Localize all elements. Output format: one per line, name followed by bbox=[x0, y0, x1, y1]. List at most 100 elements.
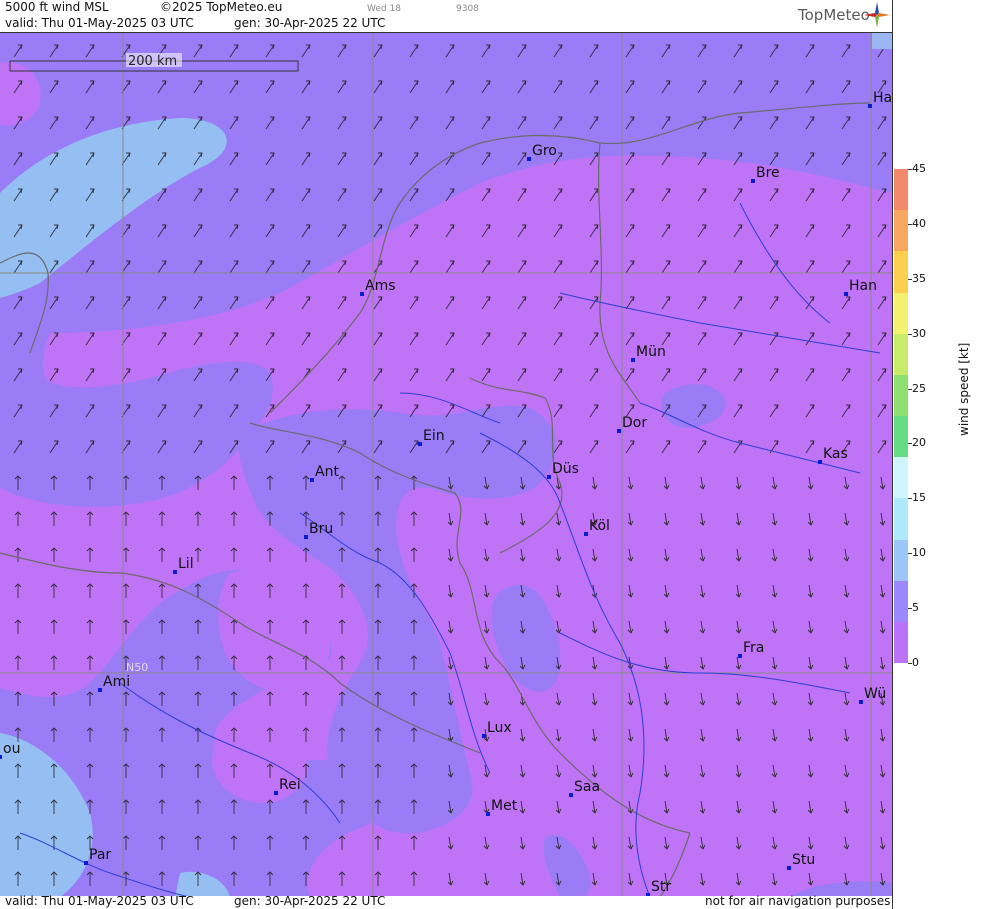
city-dot bbox=[418, 442, 422, 446]
city-label: Fra bbox=[743, 640, 764, 656]
city-dot bbox=[98, 688, 102, 692]
city-dot bbox=[486, 812, 490, 816]
city-label: Lux bbox=[487, 720, 512, 736]
colorbar-tick-mark bbox=[908, 388, 912, 390]
city-dot bbox=[527, 157, 531, 161]
colorbar-segment bbox=[894, 292, 908, 335]
map-corner-patch bbox=[872, 33, 892, 49]
city-dot bbox=[310, 478, 314, 482]
city-label: Düs bbox=[552, 461, 579, 477]
wind-speed-colorbar bbox=[894, 169, 908, 664]
wind-field-svg: 200 km N50 Gro Bre Ha Han Ams Mün Dor Ein Kas Ant… bbox=[0, 33, 892, 897]
city-label: Wü bbox=[864, 686, 886, 702]
city-label: Saa bbox=[574, 779, 600, 795]
city-label: Dor bbox=[622, 415, 647, 431]
city-dot bbox=[173, 570, 177, 574]
colorbar-segment bbox=[894, 580, 908, 623]
valid-time: valid: Thu 01-May-2025 03 UTC bbox=[5, 16, 194, 30]
city-dot bbox=[584, 532, 588, 536]
disclaimer: not for air navigation purposes bbox=[705, 894, 891, 908]
latitude-label: N50 bbox=[126, 661, 148, 674]
colorbar-tick-mark bbox=[908, 169, 912, 170]
colorbar-segment bbox=[894, 416, 908, 458]
city-dot bbox=[547, 475, 551, 479]
city-dot bbox=[84, 861, 88, 865]
city-dot bbox=[569, 793, 573, 797]
city-label: Ein bbox=[423, 428, 445, 444]
city-label: ou bbox=[3, 741, 20, 757]
city-dot bbox=[751, 179, 755, 183]
city-dot bbox=[304, 535, 308, 539]
city-dot bbox=[868, 104, 872, 108]
colorbar-tick-label: 30 bbox=[912, 326, 926, 340]
city-dot bbox=[631, 358, 635, 362]
colorbar-tick-mark bbox=[908, 333, 912, 335]
colorbar-segment bbox=[894, 333, 908, 376]
colorbar-tick-label: 5 bbox=[912, 601, 919, 615]
generated-time: gen: 30-Apr-2025 22 UTC bbox=[234, 16, 386, 30]
wind-arrows-n-west bbox=[0, 463, 420, 897]
city-dot bbox=[787, 866, 791, 870]
city-label: Köl bbox=[589, 518, 610, 534]
colorbar-tick-mark bbox=[908, 553, 912, 555]
colorbar-segment bbox=[894, 498, 908, 540]
city-dot bbox=[274, 791, 278, 795]
city-label: Stu bbox=[792, 852, 815, 868]
city-label: Ha bbox=[873, 90, 892, 106]
colorbar-tick-label: 15 bbox=[912, 491, 926, 505]
city-label: Lil bbox=[178, 556, 194, 572]
city-label: Gro bbox=[532, 143, 557, 159]
footer-valid-time: valid: Thu 01-May-2025 03 UTC bbox=[5, 894, 194, 908]
city-dot bbox=[738, 654, 742, 658]
product-code: 9308 bbox=[456, 4, 479, 14]
footer: valid: Thu 01-May-2025 03 UTC gen: 30-Ap… bbox=[0, 894, 892, 909]
colorbar-segment bbox=[894, 621, 908, 664]
colorbar-tick-mark bbox=[908, 608, 912, 610]
colorbar-tick-label: 45 bbox=[912, 162, 926, 175]
colorbar-segment bbox=[894, 539, 908, 582]
colorbar-segment bbox=[894, 251, 908, 293]
colorbar-tick-mark bbox=[908, 663, 912, 664]
city-label: Rei bbox=[279, 777, 301, 793]
city-dot bbox=[818, 460, 822, 464]
colorbar-tick-mark bbox=[908, 498, 912, 500]
city-label: Kas bbox=[823, 446, 848, 462]
colorbar-tick-label: 20 bbox=[912, 436, 926, 450]
colorbar-tick-label: 35 bbox=[912, 271, 926, 285]
colorbar-tick-label: 10 bbox=[912, 546, 926, 560]
colorbar-title: wind speed [kt] bbox=[957, 342, 971, 436]
compass-logo-icon bbox=[864, 2, 890, 28]
footer-generated-time: gen: 30-Apr-2025 22 UTC bbox=[234, 894, 386, 908]
city-label: Mün bbox=[636, 344, 666, 360]
colorbar-segment bbox=[894, 457, 908, 499]
city-dot bbox=[844, 292, 848, 296]
city-dot bbox=[617, 429, 621, 433]
map-title: 5000 ft wind MSL bbox=[5, 0, 109, 14]
city-dot bbox=[482, 734, 486, 738]
city-label: Bre bbox=[756, 165, 780, 181]
city-label: Ant bbox=[315, 464, 339, 480]
city-dot bbox=[360, 292, 364, 296]
colorbar-segment bbox=[894, 374, 908, 417]
city-label: Str bbox=[651, 879, 671, 895]
wind-arrows-ne bbox=[0, 33, 892, 463]
wind-map[interactable]: 200 km N50 Gro Bre Ha Han Ams Mün Dor Ein Kas Ant… bbox=[0, 32, 892, 898]
wind-arrows-s-east bbox=[420, 463, 892, 897]
city-label: Bru bbox=[309, 521, 333, 537]
colorbar-tick-mark bbox=[908, 278, 912, 280]
colorbar-tick-label: 25 bbox=[912, 381, 926, 395]
colorbar-tick-mark bbox=[908, 443, 912, 445]
city-label: Ams bbox=[365, 278, 396, 294]
topmeteo-logo-text: TopMeteo bbox=[798, 6, 870, 24]
city-label: Han bbox=[849, 278, 877, 294]
city-label: Ami bbox=[103, 674, 130, 690]
colorbar-segment bbox=[894, 169, 908, 211]
run-label: Wed 18 bbox=[367, 4, 401, 14]
header: 5000 ft wind MSL ©2025 TopMeteo.eu Wed 1… bbox=[0, 0, 892, 32]
colorbar-tick-label: 0 bbox=[912, 656, 919, 669]
colorbar-tick-label: 40 bbox=[912, 216, 926, 230]
copyright: ©2025 TopMeteo.eu bbox=[160, 0, 283, 14]
city-label: Met bbox=[491, 798, 518, 814]
city-label: Par bbox=[89, 847, 111, 863]
city-dot bbox=[0, 755, 2, 759]
